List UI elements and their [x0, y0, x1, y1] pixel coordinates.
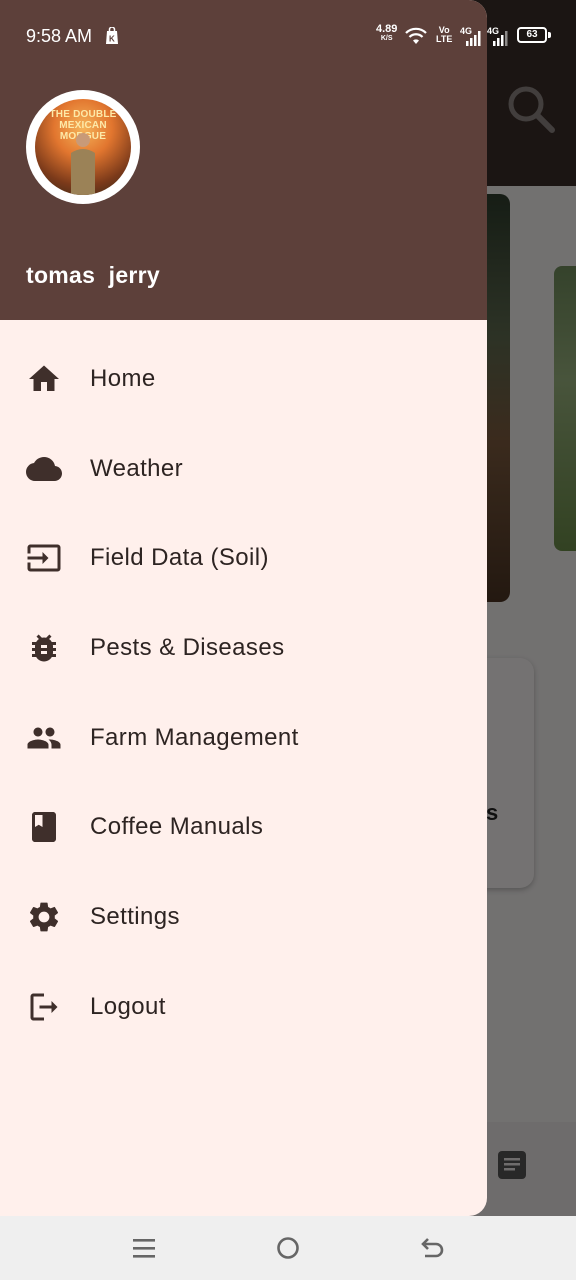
menu-item-settings[interactable]: Settings: [0, 872, 487, 962]
drawer-header: 9:58 AM K THE DOUBLE MEXICAN MORGUE toma…: [0, 0, 487, 320]
signal-icon: 4G: [460, 26, 481, 46]
gear-icon: [26, 899, 62, 935]
menu-item-weather[interactable]: Weather: [0, 424, 487, 514]
drawer-menu: Home Weather Field Data (Soil) Pests & D…: [0, 334, 487, 1052]
volte-indicator: Vo LTE: [436, 25, 453, 44]
book-icon: [26, 809, 62, 845]
input-icon: [26, 540, 62, 576]
menu-item-label: Settings: [90, 902, 180, 930]
status-time: 9:58 AM: [26, 26, 93, 46]
cloud-icon: [26, 451, 62, 487]
wifi-icon: [405, 27, 427, 44]
menu-item-label: Logout: [90, 992, 166, 1020]
menu-item-logout[interactable]: Logout: [0, 962, 487, 1052]
signal-icon-2: 4G: [487, 26, 508, 46]
person-figure-icon: [71, 133, 95, 195]
navigation-drawer: 9:58 AM K THE DOUBLE MEXICAN MORGUE toma…: [0, 0, 487, 1216]
user-name: tomas jerry: [26, 262, 160, 288]
battery-indicator: 63: [517, 27, 547, 43]
menu-item-field-data[interactable]: Field Data (Soil): [0, 513, 487, 603]
menu-item-label: Field Data (Soil): [90, 544, 269, 572]
menu-item-label: Home: [90, 364, 156, 392]
avatar-image: THE DOUBLE MEXICAN MORGUE: [35, 99, 131, 195]
svg-text:4G: 4G: [487, 26, 499, 36]
battery-tip: [548, 32, 551, 38]
menu-item-label: Pests & Diseases: [90, 633, 285, 661]
menu-item-farm-management[interactable]: Farm Management: [0, 693, 487, 783]
notification-icon: K: [106, 27, 118, 44]
recent-apps-icon[interactable]: [128, 1232, 160, 1264]
svg-text:K: K: [109, 35, 115, 44]
network-speed: 4.89 K/S: [376, 23, 398, 43]
logout-icon: [26, 989, 62, 1025]
svg-text:4G: 4G: [460, 26, 472, 36]
back-icon[interactable]: [416, 1232, 448, 1264]
bug-icon: [26, 630, 62, 666]
menu-item-home[interactable]: Home: [0, 334, 487, 424]
home-icon: [26, 361, 62, 397]
menu-item-label: Farm Management: [90, 723, 299, 751]
people-icon: [26, 720, 62, 756]
menu-item-label: Coffee Manuals: [90, 813, 264, 841]
avatar[interactable]: THE DOUBLE MEXICAN MORGUE: [26, 90, 140, 204]
menu-item-label: Weather: [90, 454, 184, 482]
menu-item-pests[interactable]: Pests & Diseases: [0, 603, 487, 693]
system-navigation-bar: [0, 1216, 576, 1280]
menu-item-coffee-manuals[interactable]: Coffee Manuals: [0, 782, 487, 872]
home-button-icon[interactable]: [272, 1232, 304, 1264]
